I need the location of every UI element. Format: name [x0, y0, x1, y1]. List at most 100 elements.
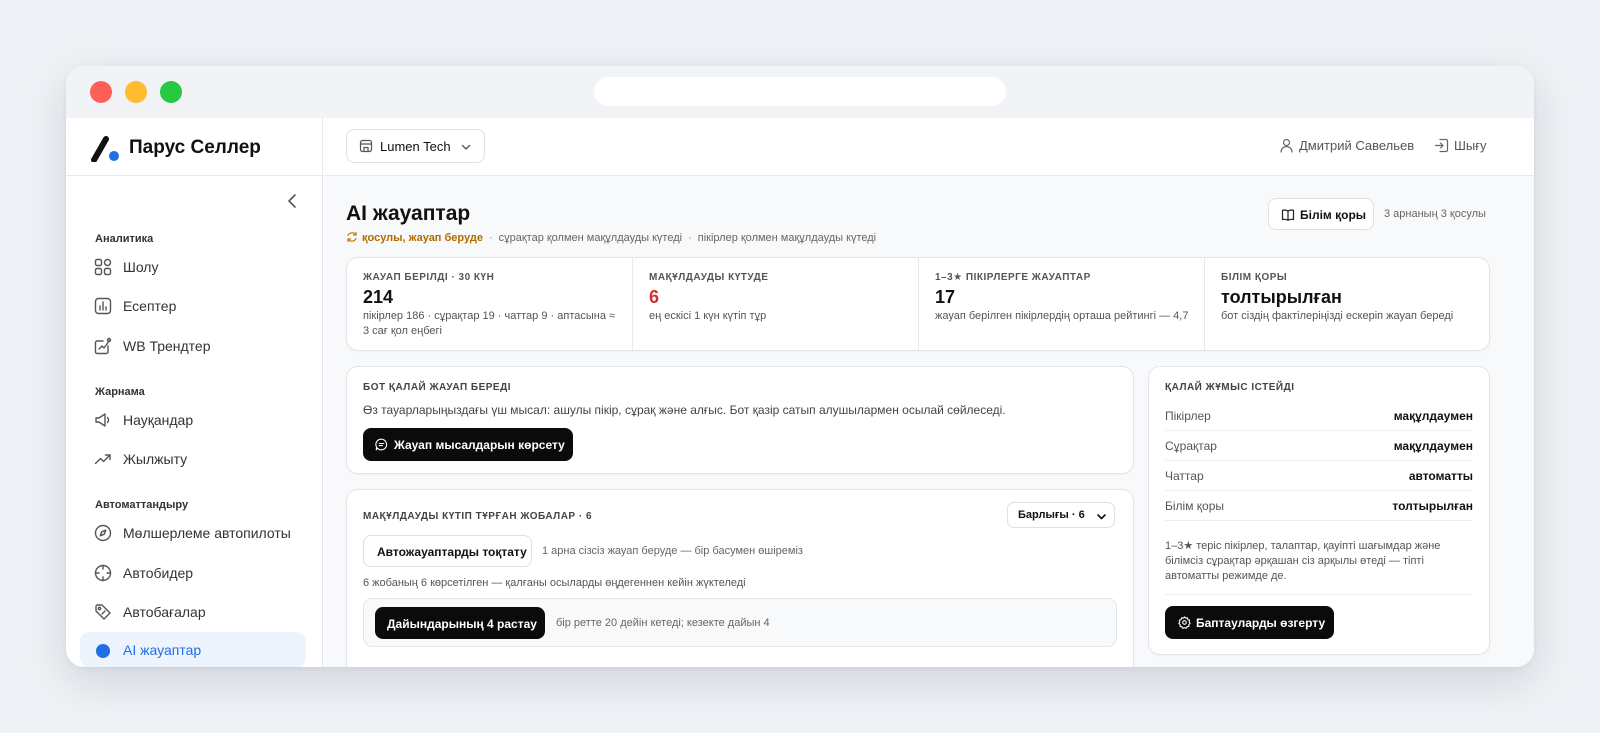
stop-autoreplies-label: Автожауаптарды тоқтату: [377, 545, 527, 559]
how-row-key: Сұрақтар: [1165, 439, 1217, 453]
approve-bar: Дайындарының 4 растау бір ретте 20 дейін…: [363, 598, 1117, 647]
megaphone-icon: [95, 413, 110, 427]
bot-card-text: Өз тауарларыңыздағы үш мысал: ашулы пікі…: [363, 403, 1006, 417]
how-row-value: автоматты: [1408, 469, 1473, 483]
collapse-sidebar-icon[interactable]: [283, 191, 303, 211]
knowledge-base-button[interactable]: Білім қоры: [1268, 198, 1374, 230]
app-window: Парус Селлер Аналитика Шолу Есептер WB Т…: [66, 66, 1534, 667]
sidebar: Парус Селлер Аналитика Шолу Есептер WB Т…: [66, 118, 323, 667]
card-title: БОТ ҚАЛАЙ ЖАУАП БЕРЕДІ: [363, 382, 512, 393]
sidebar-item-label: Жылжыту: [123, 451, 188, 467]
stat-desc: бот сіздің фактілеріңізді ескеріп жауап …: [1221, 310, 1454, 322]
tag-icon: [95, 604, 111, 620]
logout-button[interactable]: Шығу: [1434, 138, 1487, 153]
drafts-filter-select[interactable]: Барлығы · 6: [1007, 502, 1115, 528]
maximize-window-button[interactable]: [160, 81, 182, 103]
bot-examples-card: БОТ ҚАЛАЙ ЖАУАП БЕРЕДІ Өз тауарларыңызда…: [346, 366, 1134, 474]
sidebar-item-label: Автобағалар: [123, 604, 206, 620]
pending-drafts-card: МАҚҰЛДАУДЫ КҮТІП ТҰРҒАН ЖОБАЛАР · 6 Барл…: [346, 489, 1134, 667]
page-title: AI жауаптар: [346, 202, 471, 225]
main-content: Lumen Tech Дмитрий Савельев Шығу AI жауа…: [324, 118, 1534, 667]
status-line: қосулы, жауап беруде · сұрақтар қолмен мақ…: [346, 231, 876, 244]
store-select[interactable]: Lumen Tech: [346, 129, 485, 163]
stat-value: толтырылған: [1221, 287, 1342, 307]
show-examples-button[interactable]: Жауап мысалдарын көрсету: [363, 428, 573, 461]
nav-group-automation: Автоматтандыру: [95, 499, 189, 511]
stat-label: БІЛІМ ҚОРЫ: [1221, 272, 1288, 283]
sidebar-item-campaigns[interactable]: Науқандар: [80, 402, 306, 438]
user-name: Дмитрий Савельев: [1299, 138, 1415, 153]
sync-icon: [347, 231, 357, 243]
how-row-value: толтырылған: [1392, 499, 1473, 513]
nav-group-advertising: Жарнама: [95, 386, 145, 398]
store-select-label: Lumen Tech: [380, 139, 451, 154]
show-examples-label: Жауап мысалдарын көрсету: [394, 438, 565, 452]
change-settings-label: Баптауларды өзгерту: [1196, 616, 1326, 630]
user-menu[interactable]: Дмитрий Савельев: [1279, 138, 1414, 153]
chat-bubble-icon: [375, 438, 388, 451]
stat-desc: жауап берілген пікірлердің орташа рейтин…: [935, 310, 1189, 322]
trend-card-icon: [94, 337, 112, 355]
chevron-down-icon: [461, 144, 471, 150]
card-title: МАҚҰЛДАУДЫ КҮТІП ТҰРҒАН ЖОБАЛАР · 6: [363, 511, 593, 522]
change-settings-button[interactable]: Баптауларды өзгерту: [1165, 606, 1334, 639]
status-badge: қосулы, жауап беруде: [362, 232, 483, 244]
stat-label: ЖАУАП БЕРІЛДІ · 30 КҮН: [363, 272, 495, 283]
card-title: ҚАЛАЙ ЖҰМЫС ІСТЕЙДІ: [1165, 382, 1295, 393]
sidebar-item-label: AI жауаптар: [123, 642, 202, 658]
stats-panel: ЖАУАП БЕРІЛДІ · 30 КҮН 214 пікірлер 186 …: [346, 257, 1491, 352]
address-bar[interactable]: [594, 77, 1006, 106]
how-it-works-card: ҚАЛАЙ ЖҰМЫС ІСТЕЙДІ Пікірлер мақұлдаумен…: [1148, 366, 1490, 655]
approve-note: бір ретте 20 дейін кетеді; кезекте дайын…: [556, 617, 770, 629]
drafts-filter-label: Барлығы · 6: [1018, 509, 1085, 521]
channels-note: 3 арнаның 3 қосулы: [1384, 208, 1486, 220]
stat-knowledge-base: БІЛІМ ҚОРЫ толтырылған бот сіздің фактіл…: [1205, 258, 1491, 352]
how-row-key: Білім қоры: [1165, 499, 1225, 513]
sidebar-item-ai-replies[interactable]: AI жауаптар: [80, 632, 306, 667]
close-window-button[interactable]: [90, 81, 112, 103]
sidebar-item-label: Науқандар: [123, 412, 194, 428]
sidebar-item-promotion[interactable]: Жылжыту: [80, 441, 306, 477]
stat-value: 214: [363, 287, 394, 307]
stat-pending: МАҚҰЛДАУДЫ КҮТУДЕ 6 ең ескісі 1 күн күті…: [633, 258, 919, 352]
how-row-questions: Сұрақтар мақұлдаумен: [1165, 431, 1473, 461]
chart-icon: [94, 297, 112, 315]
stat-value: 17: [935, 287, 956, 307]
how-row-value: мақұлдаумен: [1393, 439, 1473, 453]
brand[interactable]: Парус Селлер: [66, 118, 322, 176]
status-note-questions: сұрақтар қолмен мақұлдауды күтеді: [498, 232, 683, 244]
compass-icon: [94, 524, 112, 542]
sidebar-item-label: Шолу: [123, 259, 159, 275]
chevron-down-icon: [1097, 514, 1106, 520]
sidebar-item-autobidder[interactable]: Автобидер: [80, 555, 306, 591]
logout-icon: [1434, 138, 1449, 153]
stat-answered: ЖАУАП БЕРІЛДІ · 30 КҮН 214 пікірлер 186 …: [347, 258, 633, 352]
book-icon: [1281, 209, 1295, 221]
brand-logo-icon: [91, 136, 119, 162]
divider: [1165, 594, 1473, 595]
store-icon: [359, 139, 373, 153]
stat-desc: пікірлер 186 · сұрақтар 19 · чаттар 9 · …: [363, 310, 616, 337]
sidebar-item-reports[interactable]: Есептер: [80, 288, 306, 324]
stat-negative-replies: 1–3★ ПІКІРЛЕРГЕ ЖАУАПТАР 17 жауап берілг…: [919, 258, 1205, 352]
sidebar-item-wb-trends[interactable]: WB Трендтер: [80, 328, 306, 364]
trending-up-icon: [94, 454, 111, 465]
stop-autoreplies-button[interactable]: Автожауаптарды тоқтату: [363, 535, 532, 567]
sidebar-item-label: Автобидер: [123, 565, 194, 581]
how-row-key: Пікірлер: [1165, 409, 1211, 423]
stop-note: 1 арна сізсіз жауап беруде — бір басумен…: [542, 545, 803, 557]
minimize-window-button[interactable]: [125, 81, 147, 103]
sidebar-item-label: Мөлшерлеме автопилоты: [123, 525, 291, 541]
sidebar-item-autoprices[interactable]: Автобағалар: [80, 594, 306, 630]
stat-label: 1–3★ ПІКІРЛЕРГЕ ЖАУАПТАР: [935, 272, 1091, 283]
how-row-chats: Чаттар автоматты: [1165, 461, 1473, 491]
approve-ready-label: Дайындарының 4 растау: [387, 617, 537, 631]
approve-ready-button[interactable]: Дайындарының 4 растау: [375, 607, 545, 639]
how-note: 1–3★ теріс пікірлер, талаптар, қауіпті ш…: [1165, 540, 1441, 582]
sidebar-item-bid-autopilot[interactable]: Мөлшерлеме автопилоты: [80, 515, 306, 551]
ai-dot-icon: [96, 644, 110, 658]
gear-icon: [1178, 616, 1191, 629]
sidebar-item-label: Есептер: [123, 298, 177, 314]
brand-name: Парус Селлер: [129, 137, 261, 158]
sidebar-item-overview[interactable]: Шолу: [80, 249, 306, 285]
